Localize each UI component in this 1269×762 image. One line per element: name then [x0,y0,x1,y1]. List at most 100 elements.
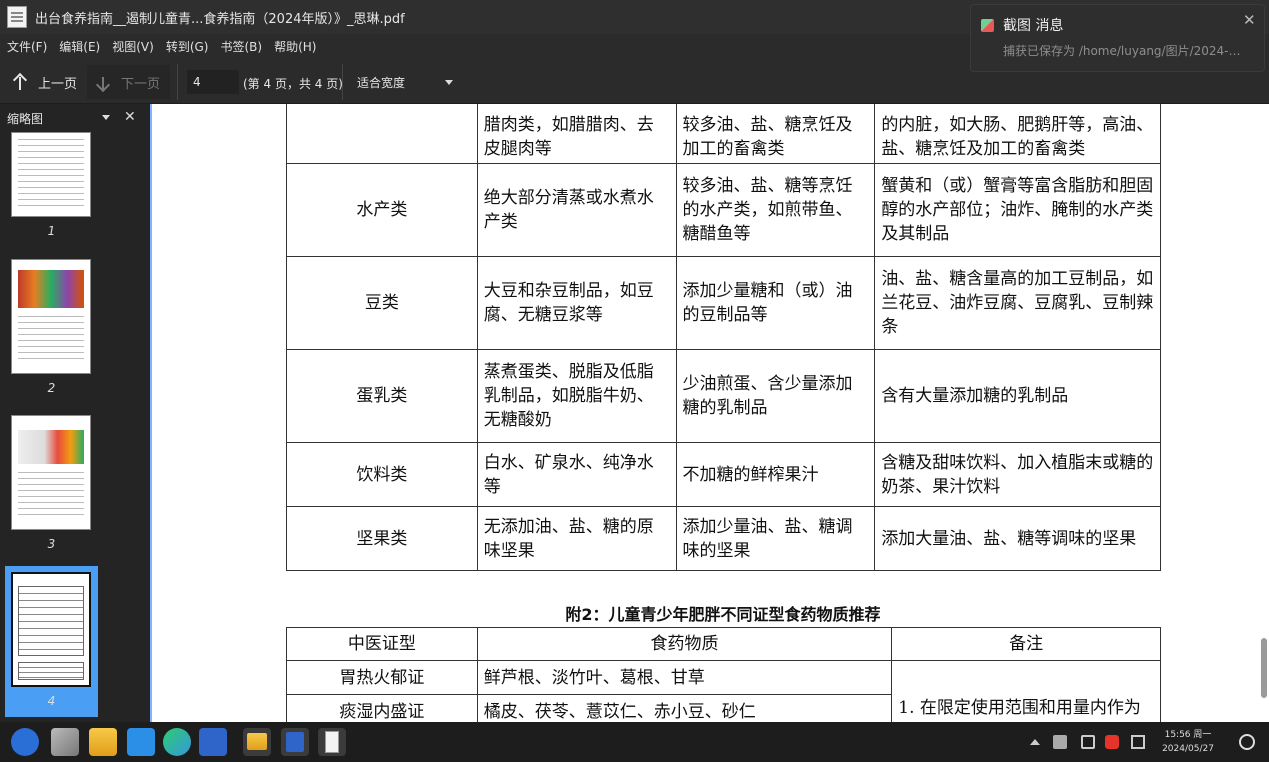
table-cell: 绝大部分清蒸或水煮水产类 [476,163,677,257]
table-cell: 含糖及甜味饮料、加入植脂末或糖的奶茶、果汁饮料 [874,442,1161,507]
input-method-icon[interactable] [1105,735,1119,749]
volume-icon[interactable] [1053,735,1067,749]
table-cell: 坚果类 [286,506,478,571]
thumbnail-table [18,586,84,656]
table-cell: 橘皮、茯苓、薏苡仁、赤小豆、砂仁 [476,694,893,722]
table-cell: 腊肉类，如腊腊肉、去皮腿肉等 [476,104,677,164]
table-cell: 添加少量糖和（或）油的豆制品等 [675,256,876,350]
table-cell: 含有大量添加糖的乳制品 [874,349,1161,443]
browser-icon[interactable] [163,728,191,756]
thumbnail-photo [18,270,84,308]
thumbnail-page-4[interactable] [11,572,91,687]
table-cell: 蟹黄和（或）蟹膏等富含脂肪和胆固醇的水产部位；油炸、腌制的水产类及其制品 [874,163,1161,257]
food-classification-table: 腊肉类，如腊腊肉、去皮腿肉等 较多油、盐、糖烹饪及加工的畜禽类 的内脏，如大肠、… [286,104,1161,571]
thumbnail-label: 2 [47,381,56,395]
thumbnail-page-2[interactable] [11,259,91,374]
prev-page-label: 上一页 [38,76,78,92]
thumbnail-photo [18,430,84,464]
thumbnail-label: 4 [47,694,56,708]
toolbar-separator [342,64,343,100]
chat-icon[interactable] [1081,735,1095,749]
notification-body: 捕获已保存为 /home/luyang/图片/2024-… [1003,44,1241,58]
screenshot-app-icon [981,19,994,32]
arrow-up-icon [14,74,26,90]
column-header: 中医证型 [286,627,478,661]
table-cell: 蒸煮蛋类、脱脂及低脂乳制品，如脱脂牛奶、无糖酸奶 [476,349,677,443]
table-cell: 白水、矿泉水、纯净水等 [476,442,677,507]
next-page-button[interactable]: 下一页 [87,65,170,99]
vertical-scrollbar[interactable] [1261,638,1267,698]
table-row: 蛋乳类 蒸煮蛋类、脱脂及低脂乳制品，如脱脂牛奶、无糖酸奶 少油煎蛋、含少量添加糖… [286,349,1161,443]
close-icon[interactable]: ✕ [1243,11,1256,29]
arrow-down-icon [97,74,109,90]
document-viewer-running-icon[interactable] [318,728,346,756]
table-row: 豆类 大豆和杂豆制品，如豆腐、无糖豆浆等 添加少量糖和（或）油的豆制品等 油、盐… [286,256,1161,350]
toolbar-separator [177,64,178,100]
thumbnail-page-1[interactable] [11,132,91,217]
table-cell: 添加大量油、盐、糖等调味的坚果 [874,506,1161,571]
clock-date: 2024/05/27 [1162,744,1214,754]
table-cell: 豆类 [286,256,478,350]
table-row: 腊肉类，如腊腊肉、去皮腿肉等 较多油、盐、糖烹饪及加工的畜禽类 的内脏，如大肠、… [286,104,1161,164]
window-title: 出台食养指南__遏制儿童青...食养指南（2024年版）》_思琳.pdf [35,11,405,27]
table-cell: 饮料类 [286,442,478,507]
menu-view[interactable]: 视图(V) [112,38,154,55]
table-cell: 添加少量油、盐、糖调味的坚果 [675,506,876,571]
menu-edit[interactable]: 编辑(E) [59,38,100,55]
wps-writer-icon[interactable] [199,728,227,756]
tcm-recommendation-table: 中医证型 食药物质 备注 胃热火郁证 鲜芦根、淡竹叶、葛根、甘草 1. 在限定使… [286,627,1161,722]
document-view[interactable]: 腊肉类，如腊腊肉、去皮腿肉等 较多油、盐、糖烹饪及加工的畜禽类 的内脏，如大肠、… [150,104,1269,722]
table-header-row: 中医证型 食药物质 备注 [286,627,1161,661]
table-row: 饮料类 白水、矿泉水、纯净水等 不加糖的鲜榨果汁 含糖及甜味饮料、加入植脂末或糖… [286,442,1161,507]
clock[interactable]: 15:56 周一 2024/05/27 [1158,728,1218,756]
table-cell: 胃热火郁证 [286,660,478,695]
table-cell: 无添加油、盐、糖的原味坚果 [476,506,677,571]
table-cell: 1. 在限定使用范围和用量内作为 [891,660,1161,722]
column-header: 食药物质 [476,627,893,661]
notification-title: 截图 消息 [1003,18,1064,34]
notification-center-icon[interactable] [1131,735,1145,749]
close-icon[interactable]: ✕ [124,109,136,125]
column-header: 备注 [891,627,1161,661]
appendix-heading: 附2：儿童青少年肥胖不同证型食药物质推荐 [565,605,881,624]
table-row: 胃热火郁证 鲜芦根、淡竹叶、葛根、甘草 1. 在限定使用范围和用量内作为 [286,660,1161,722]
menu-file[interactable]: 文件(F) [7,38,47,55]
table-cell: 较多油、盐、糖等烹饪的水产类，如煎带鱼、糖醋鱼等 [675,163,876,257]
table-row: 坚果类 无添加油、盐、糖的原味坚果 添加少量油、盐、糖调味的坚果 添加大量油、盐… [286,506,1161,571]
menu-bookmarks[interactable]: 书签(B) [220,38,262,55]
page-count-label: (第 4 页，共 4 页) [243,77,343,91]
table-cell: 不加糖的鲜榨果汁 [675,442,876,507]
file-manager-icon[interactable] [89,728,117,756]
zoom-select[interactable]: 适合宽度 [349,68,461,96]
thumbnail-label: 3 [47,537,56,551]
wps-running-icon[interactable] [281,728,309,756]
chevron-down-icon[interactable] [102,115,110,120]
menu-goto[interactable]: 转到(G) [166,38,209,55]
app-store-icon[interactable] [127,728,155,756]
table-cell: 油、盐、糖含量高的加工豆制品，如兰花豆、油炸豆腐、豆腐乳、豆制辣条 [874,256,1161,350]
prev-page-button[interactable]: 上一页 [8,65,86,99]
table-cell: 较多油、盐、糖烹饪及加工的畜禽类 [675,104,876,164]
multitask-view-icon[interactable] [51,728,79,756]
taskbar: 15:56 周一 2024/05/27 [0,722,1269,762]
table-cell [286,104,478,164]
table-cell: 的内脏，如大肠、肥鹅肝等，高油、盐、糖烹饪及加工的畜禽类 [874,104,1161,164]
screenshot-notification[interactable]: 截图 消息 捕获已保存为 /home/luyang/图片/2024-… ✕ [970,4,1265,72]
launcher-icon[interactable] [11,728,39,756]
document-viewer-icon [7,6,27,28]
tray-expand-icon[interactable] [1030,739,1040,745]
brightness-icon[interactable] [1239,734,1255,750]
table-cell: 痰湿内盛证 [286,694,478,722]
table-cell: 鲜芦根、淡竹叶、葛根、甘草 [476,660,893,695]
table-cell: 少油煎蛋、含少量添加糖的乳制品 [675,349,876,443]
thumbnail-sidebar: 缩略图 ✕ 1 2 3 4 [0,104,150,722]
page-number-input[interactable] [187,70,239,94]
menu-help[interactable]: 帮助(H) [274,38,316,55]
thumbnail-page-3[interactable] [11,415,91,530]
table-cell: 蛋乳类 [286,349,478,443]
zoom-value: 适合宽度 [357,75,406,90]
clock-time: 15:56 周一 [1164,730,1212,740]
file-manager-running-icon[interactable] [243,728,271,756]
table-cell: 大豆和杂豆制品，如豆腐、无糖豆浆等 [476,256,677,350]
thumbnail-label: 1 [47,224,56,238]
